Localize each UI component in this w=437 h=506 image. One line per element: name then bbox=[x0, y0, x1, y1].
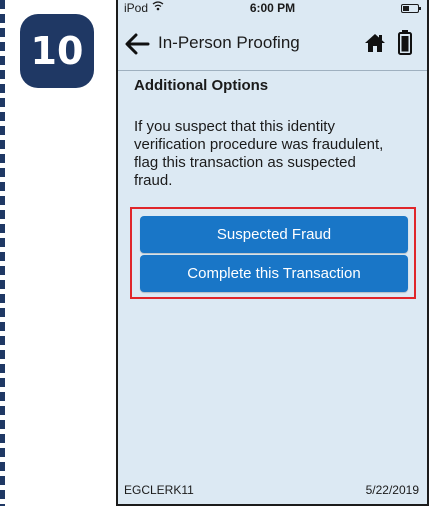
footer: EGCLERK11 5/22/2019 bbox=[118, 476, 427, 504]
phone-screen: iPod 6:00 PM In-Person Proofing Addition… bbox=[116, 0, 429, 506]
battery-icon[interactable] bbox=[398, 30, 412, 55]
suspected-fraud-button[interactable]: Suspected Fraud bbox=[140, 216, 408, 253]
complete-transaction-button[interactable]: Complete this Transaction bbox=[140, 255, 408, 292]
status-bar: iPod 6:00 PM bbox=[118, 0, 427, 18]
navigation-bar: In-Person Proofing bbox=[118, 18, 427, 71]
instructions-text: If you suspect that this identity verifi… bbox=[134, 118, 384, 189]
highlighted-button-group: Suspected Fraud Complete this Transactio… bbox=[130, 207, 416, 299]
date-label: 5/22/2019 bbox=[365, 483, 419, 497]
step-number-badge: 10 bbox=[20, 14, 94, 88]
status-battery-icon bbox=[401, 4, 421, 13]
dashed-border bbox=[0, 0, 5, 506]
user-id-label: EGCLERK11 bbox=[124, 483, 194, 497]
home-icon[interactable] bbox=[364, 33, 386, 53]
page-title: In-Person Proofing bbox=[158, 33, 300, 52]
section-title: Additional Options bbox=[134, 77, 269, 94]
back-arrow-icon[interactable] bbox=[124, 32, 150, 56]
status-time: 6:00 PM bbox=[249, 1, 296, 15]
